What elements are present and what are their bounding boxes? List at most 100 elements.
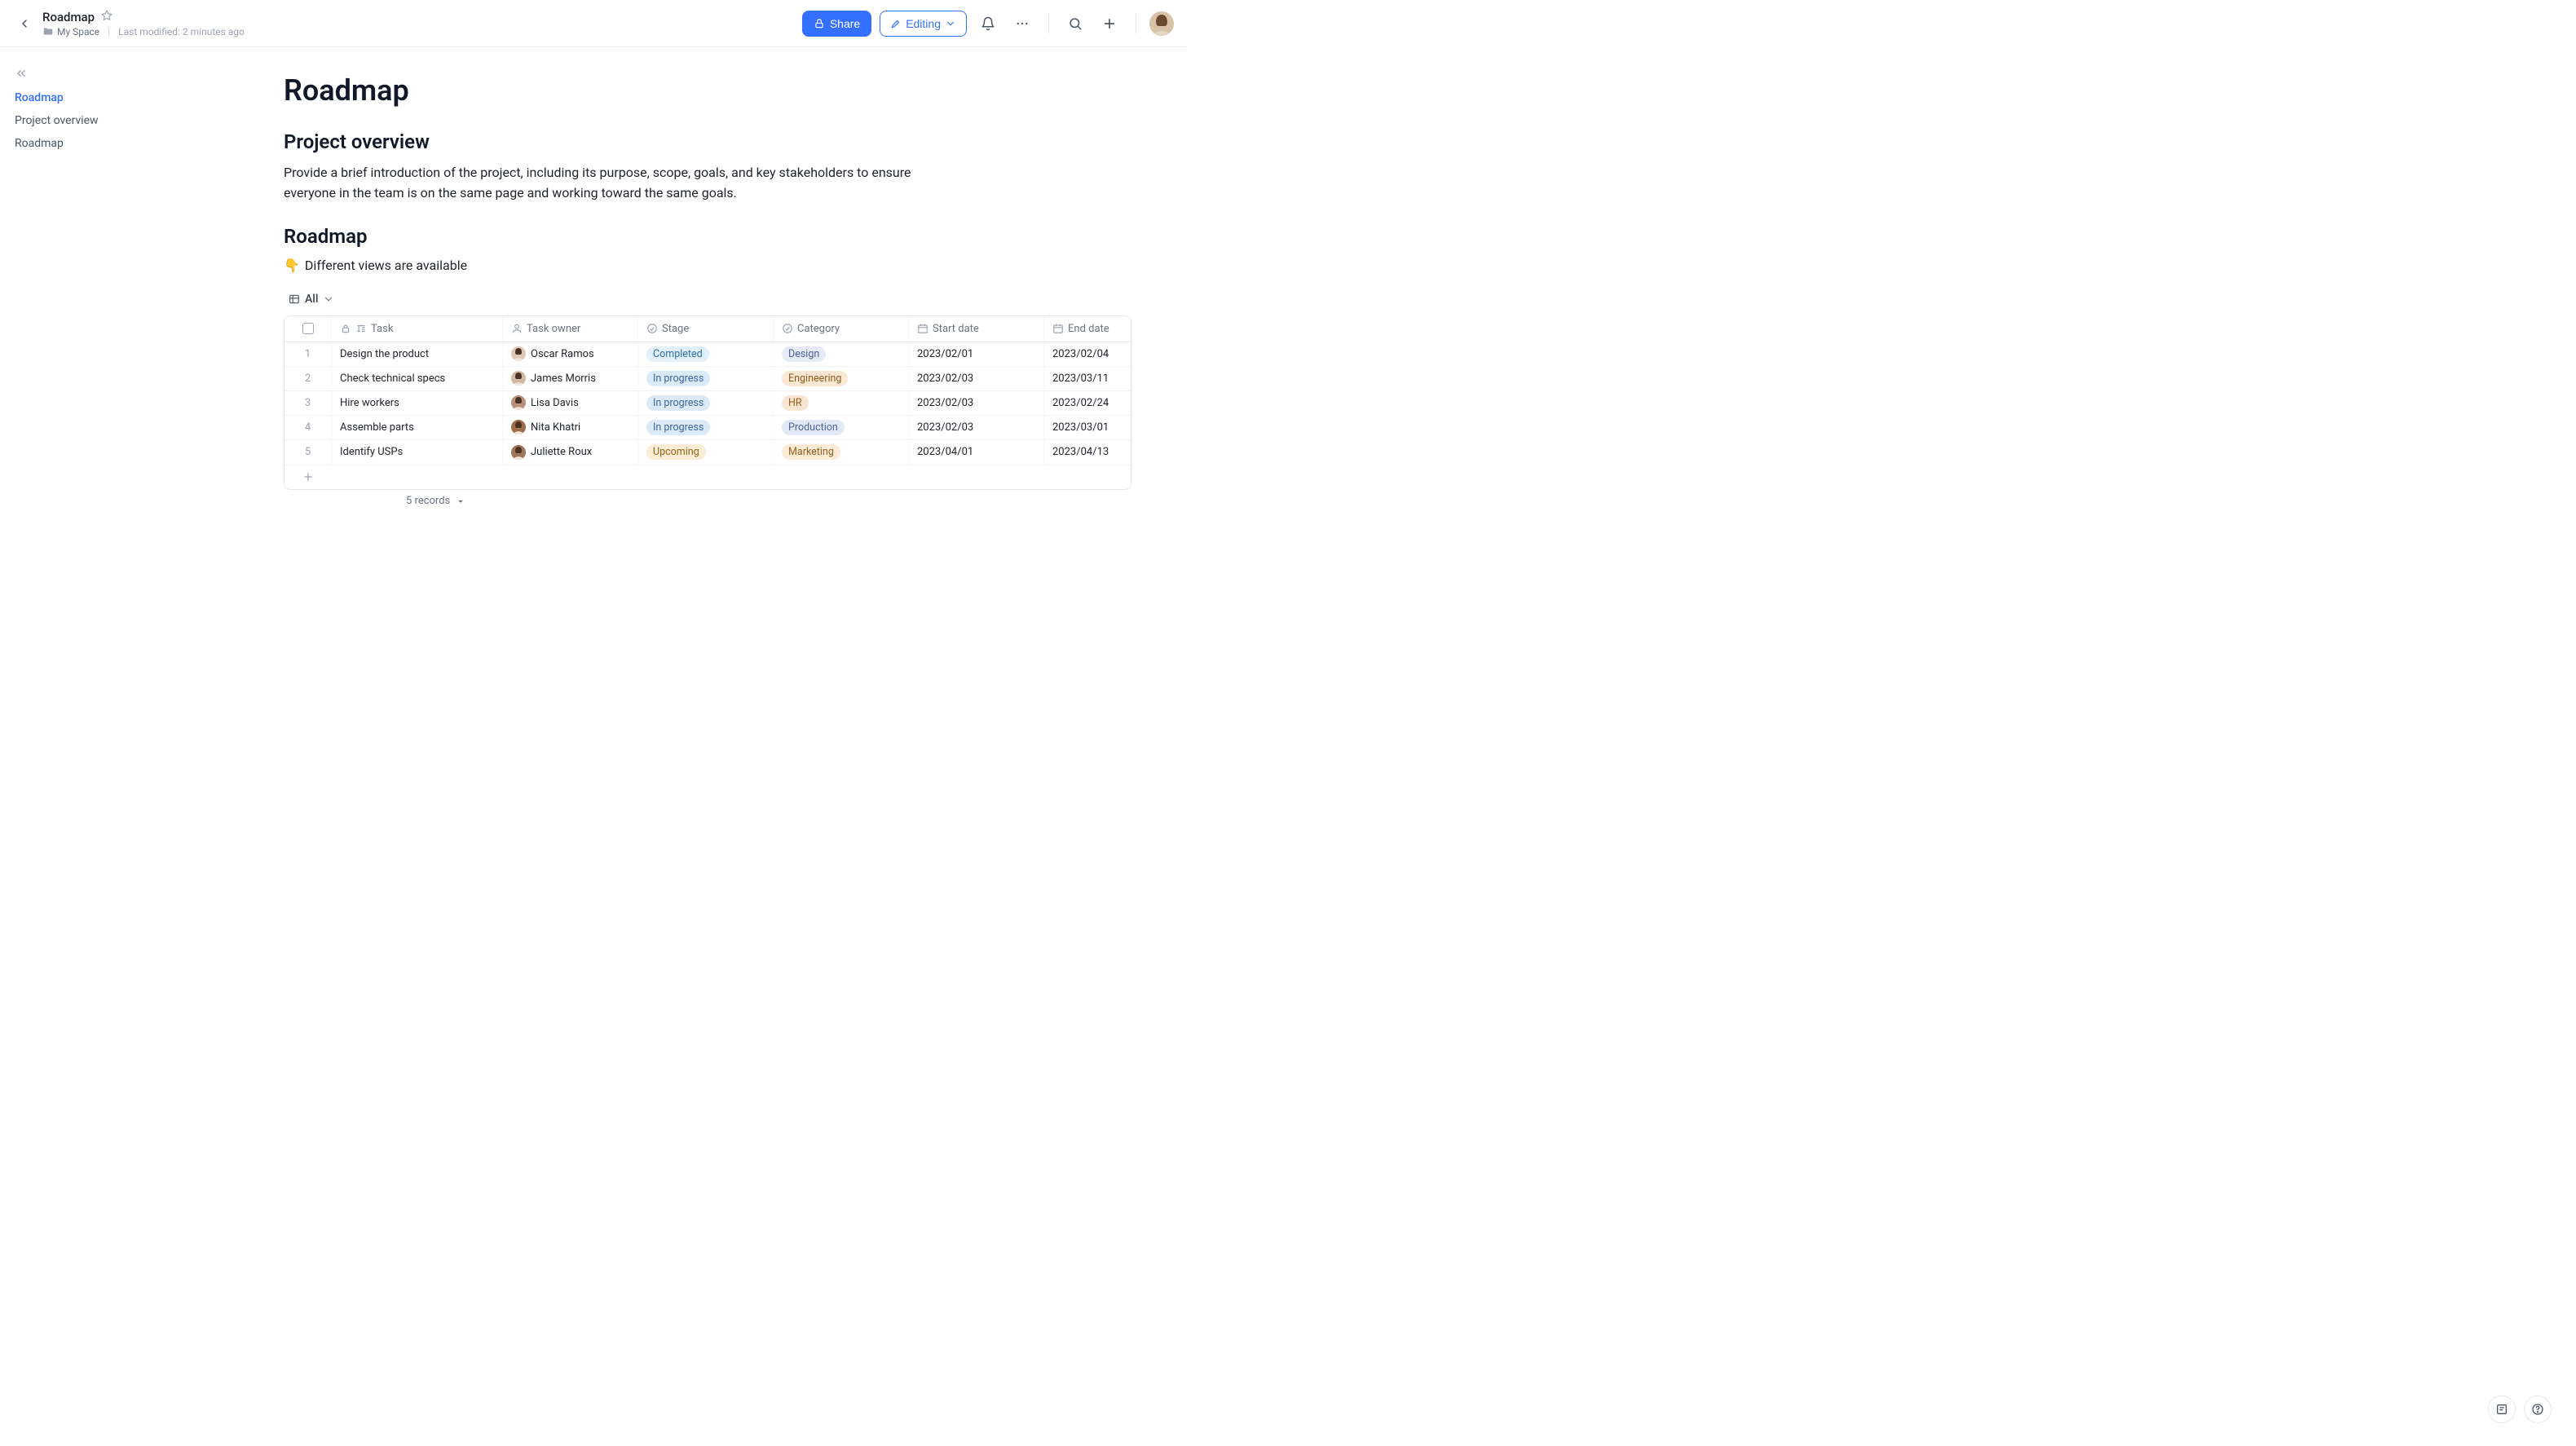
owner-cell[interactable]: Lisa Davis bbox=[503, 391, 638, 415]
editing-label: Editing bbox=[906, 17, 941, 30]
avatar-icon bbox=[511, 445, 526, 460]
user-avatar[interactable] bbox=[1149, 11, 1174, 36]
status-icon bbox=[646, 323, 658, 334]
end-date-cell[interactable]: 2023/03/01 bbox=[1044, 416, 1131, 439]
end-date-cell[interactable]: 2023/02/04 bbox=[1044, 342, 1131, 366]
question-icon bbox=[2531, 1403, 2544, 1416]
task-cell[interactable]: Design the product bbox=[332, 342, 503, 366]
space-breadcrumb[interactable]: My Space bbox=[42, 26, 99, 37]
col-task[interactable]: Task bbox=[332, 316, 503, 342]
stage-cell[interactable]: Upcoming bbox=[638, 440, 774, 465]
table-row[interactable]: 1Design the productOscar RamosCompletedD… bbox=[285, 342, 1131, 367]
row-number: 3 bbox=[285, 391, 332, 415]
owner-name: Oscar Ramos bbox=[531, 348, 594, 360]
caret-down-icon[interactable] bbox=[455, 496, 466, 507]
stage-cell[interactable]: In progress bbox=[638, 416, 774, 439]
last-modified-text: Last modified: 2 minutes ago bbox=[118, 26, 245, 37]
owner-cell[interactable]: Oscar Ramos bbox=[503, 342, 638, 366]
outline-item[interactable]: Roadmap bbox=[15, 132, 148, 155]
share-label: Share bbox=[830, 17, 860, 30]
help-button[interactable] bbox=[2524, 1395, 2552, 1423]
views-hint-text[interactable]: 👇 Different views are available bbox=[284, 258, 1131, 273]
star-icon[interactable] bbox=[101, 10, 112, 24]
start-date-cell[interactable]: 2023/02/03 bbox=[909, 416, 1044, 439]
category-cell[interactable]: Marketing bbox=[774, 440, 909, 465]
end-date-cell[interactable]: 2023/04/13 bbox=[1044, 440, 1131, 465]
end-date-cell[interactable]: 2023/02/24 bbox=[1044, 391, 1131, 415]
category-badge: Engineering bbox=[782, 371, 848, 386]
status-icon bbox=[782, 323, 793, 334]
share-button[interactable]: Share bbox=[802, 11, 871, 37]
overview-paragraph[interactable]: Provide a brief introduction of the proj… bbox=[284, 163, 920, 204]
table-row[interactable]: 2Check technical specsJames MorrisIn pro… bbox=[285, 367, 1131, 391]
outline-item[interactable]: Project overview bbox=[15, 109, 148, 132]
category-badge: Production bbox=[782, 420, 845, 435]
task-cell[interactable]: Check technical specs bbox=[332, 367, 503, 390]
create-button[interactable] bbox=[1096, 11, 1123, 37]
col-category[interactable]: Category bbox=[774, 316, 909, 342]
task-cell[interactable]: Identify USPs bbox=[332, 440, 503, 465]
search-button[interactable] bbox=[1062, 11, 1088, 37]
owner-name: James Morris bbox=[531, 373, 596, 385]
view-selector[interactable]: All bbox=[284, 289, 339, 309]
start-date-cell[interactable]: 2023/02/03 bbox=[909, 367, 1044, 390]
collapse-outline-button[interactable] bbox=[15, 67, 28, 80]
select-all-cell[interactable] bbox=[285, 316, 332, 342]
col-owner[interactable]: Task owner bbox=[503, 316, 638, 342]
end-date-cell[interactable]: 2023/03/11 bbox=[1044, 367, 1131, 390]
roadmap-table: Task Task owner Stage Category bbox=[284, 315, 1131, 490]
category-badge: Marketing bbox=[782, 444, 840, 460]
owner-cell[interactable]: Nita Khatri bbox=[503, 416, 638, 439]
task-cell[interactable]: Assemble parts bbox=[332, 416, 503, 439]
breadcrumb-separator: | bbox=[108, 26, 110, 37]
table-header: Task Task owner Stage Category bbox=[285, 316, 1131, 342]
row-number: 5 bbox=[285, 440, 332, 465]
doc-title[interactable]: Roadmap bbox=[42, 10, 95, 24]
lock-icon bbox=[340, 323, 351, 334]
category-cell[interactable]: Production bbox=[774, 416, 909, 439]
double-chevron-left-icon bbox=[15, 67, 28, 80]
person-icon bbox=[511, 323, 523, 334]
col-start-date[interactable]: Start date bbox=[909, 316, 1044, 342]
page-title[interactable]: Roadmap bbox=[284, 73, 1131, 108]
owner-cell[interactable]: James Morris bbox=[503, 367, 638, 390]
category-cell[interactable]: HR bbox=[774, 391, 909, 415]
table-row[interactable]: 3Hire workersLisa DavisIn progress HR 2023… bbox=[285, 391, 1131, 416]
section-heading-roadmap[interactable]: Roadmap bbox=[284, 225, 1131, 248]
start-date-cell[interactable]: 2023/04/01 bbox=[909, 440, 1044, 465]
section-heading-overview[interactable]: Project overview bbox=[284, 130, 1131, 153]
feedback-button[interactable] bbox=[2488, 1395, 2516, 1423]
stage-cell[interactable]: Completed bbox=[638, 342, 774, 366]
col-end-date[interactable]: End date bbox=[1044, 316, 1131, 342]
owner-cell[interactable]: Juliette Roux bbox=[503, 440, 638, 465]
stage-cell[interactable]: In progress bbox=[638, 367, 774, 390]
editing-mode-button[interactable]: Editing bbox=[880, 11, 967, 37]
back-button[interactable] bbox=[13, 12, 36, 35]
category-cell[interactable]: Engineering bbox=[774, 367, 909, 390]
more-menu-button[interactable] bbox=[1009, 11, 1035, 37]
calendar-icon bbox=[1052, 323, 1064, 334]
topbar: Roadmap My Space | Last modified: 2 minu… bbox=[0, 0, 1187, 47]
pencil-icon bbox=[890, 18, 902, 29]
grid-icon bbox=[289, 293, 300, 305]
start-date-cell[interactable]: 2023/02/01 bbox=[909, 342, 1044, 366]
table-row[interactable]: 5Identify USPsJuliette RouxUpcoming Marke… bbox=[285, 440, 1131, 465]
avatar-icon bbox=[511, 346, 526, 361]
stage-cell[interactable]: In progress bbox=[638, 391, 774, 415]
checkbox-icon[interactable] bbox=[302, 323, 314, 334]
document-main: Roadmap Project overview Provide a brief… bbox=[163, 47, 1141, 545]
avatar-icon bbox=[1149, 11, 1174, 36]
start-date-cell[interactable]: 2023/02/03 bbox=[909, 391, 1044, 415]
col-stage[interactable]: Stage bbox=[638, 316, 774, 342]
pointing-down-icon: 👇 bbox=[284, 258, 300, 273]
task-cell[interactable]: Hire workers bbox=[332, 391, 503, 415]
notifications-button[interactable] bbox=[975, 11, 1001, 37]
add-row-button[interactable] bbox=[285, 465, 1131, 489]
calendar-icon bbox=[917, 323, 929, 334]
record-count[interactable]: 5 records bbox=[406, 495, 450, 507]
category-badge: HR bbox=[782, 395, 809, 411]
category-cell[interactable]: Design bbox=[774, 342, 909, 366]
outline-item[interactable]: Roadmap bbox=[15, 86, 148, 109]
row-number: 4 bbox=[285, 416, 332, 439]
table-row[interactable]: 4Assemble partsNita KhatriIn progress Pro… bbox=[285, 416, 1131, 440]
